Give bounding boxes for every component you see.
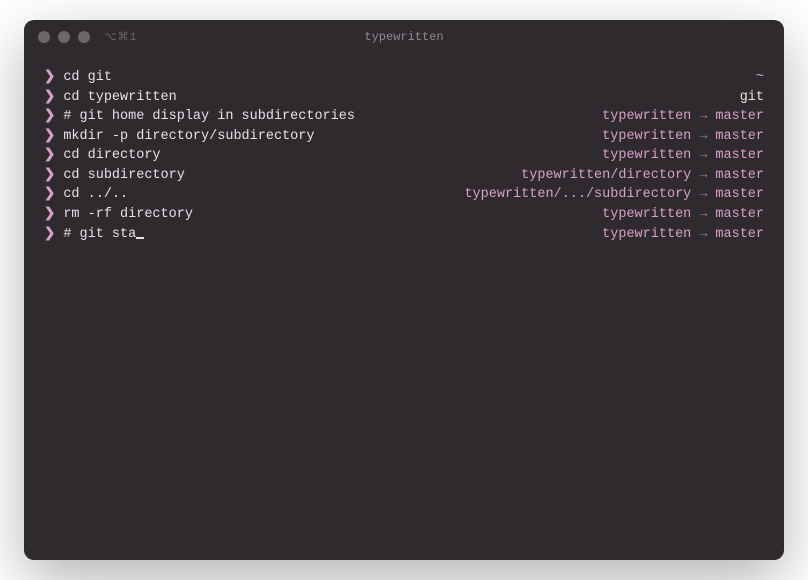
cwd-path: typewritten/directory xyxy=(521,166,691,186)
git-branch: master xyxy=(715,205,764,225)
prompt-right: typewritten/directory → master xyxy=(521,166,764,186)
prompt-right: git xyxy=(740,88,764,108)
terminal-line: ❯ cd directory typewritten → master xyxy=(44,146,764,166)
terminal-line: ❯ rm -rf directory typewritten → master xyxy=(44,205,764,225)
command-text: rm -rf directory xyxy=(63,205,193,225)
cwd-path: typewritten xyxy=(602,146,691,166)
cwd-path: typewritten xyxy=(602,107,691,127)
prompt-symbol: ❯ xyxy=(44,88,55,108)
prompt-left: ❯ # git home display in subdirectories xyxy=(44,107,355,127)
arrow-icon: → xyxy=(699,185,707,205)
terminal-line: ❯ mkdir -p directory/subdirectory typewrit… xyxy=(44,127,764,147)
tab-shortcut-hint: ⌥⌘1 xyxy=(104,30,137,44)
prompt-right: typewritten → master xyxy=(602,205,764,225)
prompt-left: ❯ rm -rf directory xyxy=(44,205,193,225)
prompt-symbol: ❯ xyxy=(44,68,55,88)
command-text: cd git xyxy=(63,68,112,88)
command-text: cd subdirectory xyxy=(63,166,185,186)
arrow-icon: → xyxy=(699,205,707,225)
command-text: cd typewritten xyxy=(63,88,176,108)
command-text: cd directory xyxy=(63,146,160,166)
minimize-icon[interactable] xyxy=(58,31,70,43)
terminal-line: ❯ # git home display in subdirectories typ… xyxy=(44,107,764,127)
prompt-symbol: ❯ xyxy=(44,185,55,205)
prompt-left: ❯ # git sta xyxy=(44,225,144,245)
git-branch: master xyxy=(715,146,764,166)
prompt-symbol: ❯ xyxy=(44,166,55,186)
terminal-window: ⌥⌘1 typewritten ❯ cd git ~ ❯ cd typewritten g… xyxy=(24,20,784,560)
prompt-right: typewritten → master xyxy=(602,127,764,147)
traffic-lights xyxy=(38,31,90,43)
command-text: cd ../.. xyxy=(63,185,128,205)
prompt-left: ❯ cd directory xyxy=(44,146,161,166)
arrow-icon: → xyxy=(699,127,707,147)
arrow-icon: → xyxy=(699,225,707,245)
arrow-icon: → xyxy=(699,107,707,127)
cwd-path: git xyxy=(740,88,764,108)
prompt-right: typewritten → master xyxy=(602,225,764,245)
terminal-line: ❯ cd typewritten git xyxy=(44,88,764,108)
prompt-symbol: ❯ xyxy=(44,146,55,166)
prompt-left: ❯ cd typewritten xyxy=(44,88,177,108)
prompt-right: typewritten → master xyxy=(602,107,764,127)
command-text: # git home display in subdirectories xyxy=(63,107,355,127)
prompt-symbol: ❯ xyxy=(44,205,55,225)
terminal-body[interactable]: ❯ cd git ~ ❯ cd typewritten git ❯ # git home di… xyxy=(24,54,784,560)
git-branch: master xyxy=(715,107,764,127)
prompt-symbol: ❯ xyxy=(44,107,55,127)
terminal-line: ❯ cd git ~ xyxy=(44,68,764,88)
cwd-path: typewritten xyxy=(602,127,691,147)
close-icon[interactable] xyxy=(38,31,50,43)
prompt-symbol: ❯ xyxy=(44,225,55,245)
prompt-symbol: ❯ xyxy=(44,127,55,147)
cwd-path: typewritten xyxy=(602,225,691,245)
git-branch: master xyxy=(715,166,764,186)
cwd-path: typewritten xyxy=(602,205,691,225)
prompt-left: ❯ cd ../.. xyxy=(44,185,128,205)
prompt-right: ~ xyxy=(756,68,764,88)
prompt-right: typewritten → master xyxy=(602,146,764,166)
git-branch: master xyxy=(715,127,764,147)
cwd-path: typewritten/.../subdirectory xyxy=(464,185,691,205)
zoom-icon[interactable] xyxy=(78,31,90,43)
cwd-path: ~ xyxy=(756,68,764,88)
cursor-icon xyxy=(136,237,144,239)
window-title: typewritten xyxy=(24,30,784,44)
command-text: # git sta xyxy=(63,225,136,245)
terminal-line: ❯ # git sta typewritten → master xyxy=(44,225,764,245)
git-branch: master xyxy=(715,185,764,205)
prompt-left: ❯ mkdir -p directory/subdirectory xyxy=(44,127,314,147)
terminal-line: ❯ cd ../.. typewritten/.../subdirectory → ma… xyxy=(44,185,764,205)
titlebar: ⌥⌘1 typewritten xyxy=(24,20,784,54)
prompt-right: typewritten/.../subdirectory → master xyxy=(464,185,764,205)
arrow-icon: → xyxy=(699,166,707,186)
terminal-line: ❯ cd subdirectory typewritten/directory → ma… xyxy=(44,166,764,186)
prompt-left: ❯ cd subdirectory xyxy=(44,166,185,186)
command-text: mkdir -p directory/subdirectory xyxy=(63,127,314,147)
prompt-left: ❯ cd git xyxy=(44,68,112,88)
arrow-icon: → xyxy=(699,146,707,166)
git-branch: master xyxy=(715,225,764,245)
